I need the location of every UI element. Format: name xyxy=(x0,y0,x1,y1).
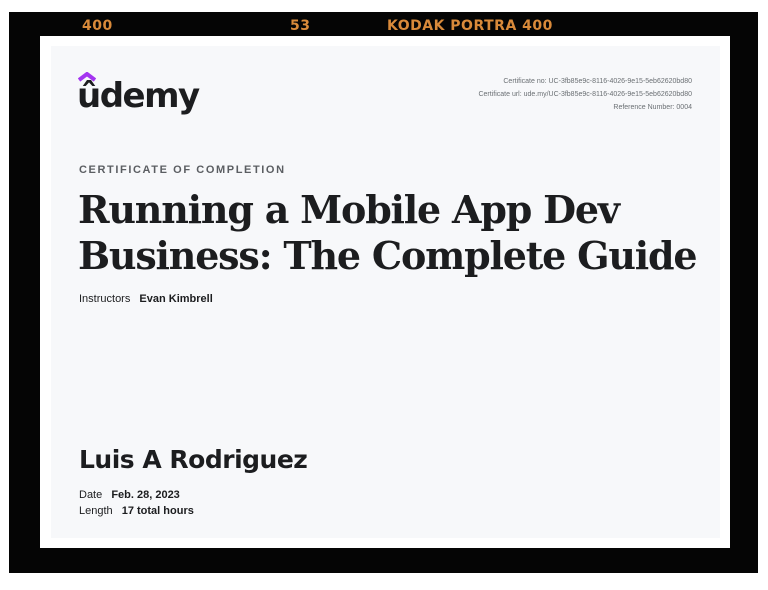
instructors-label: Instructors xyxy=(79,293,131,305)
certificate-url: Certificate url: ude.my/UC-3fb85e9c-8116… xyxy=(478,91,692,98)
certificate: ûdemy Certificate no: UC-3fb85e9c-8116-4… xyxy=(51,46,720,538)
date-value: Feb. 28, 2023 xyxy=(111,489,180,501)
reference-number: Reference Number: 0004 xyxy=(613,104,692,111)
course-title: Running a Mobile App Dev Business: The C… xyxy=(78,187,698,279)
certificate-label: CERTIFICATE OF COMPLETION xyxy=(79,164,286,176)
certificate-number: Certificate no: UC-3fb85e9c-8116-4026-9e… xyxy=(503,78,692,85)
length-label: Length xyxy=(79,505,113,517)
certificate-meta: Certificate no: UC-3fb85e9c-8116-4026-9e… xyxy=(478,75,692,114)
udemy-logo-text: ûdemy xyxy=(77,76,200,116)
length-row: Length 17 total hours xyxy=(79,505,194,517)
recipient-name: Luis A Rodriguez xyxy=(79,445,308,474)
film-edge-frame-left: 400 xyxy=(82,18,113,34)
course-title-line-2: Business: The Complete Guide xyxy=(78,233,698,278)
length-value: 17 total hours xyxy=(121,505,194,517)
instructors-row: Instructors Evan Kimbrell xyxy=(79,293,213,305)
instructor-name: Evan Kimbrell xyxy=(139,293,213,305)
udemy-logo: ûdemy xyxy=(77,72,200,118)
date-label: Date xyxy=(79,489,103,501)
film-edge-brand: KODAK PORTRA 400 xyxy=(387,18,553,34)
course-title-line-1: Running a Mobile App Dev xyxy=(78,187,620,232)
date-row: Date Feb. 28, 2023 xyxy=(79,489,180,501)
film-edge-frame-number: 53 xyxy=(290,18,311,34)
